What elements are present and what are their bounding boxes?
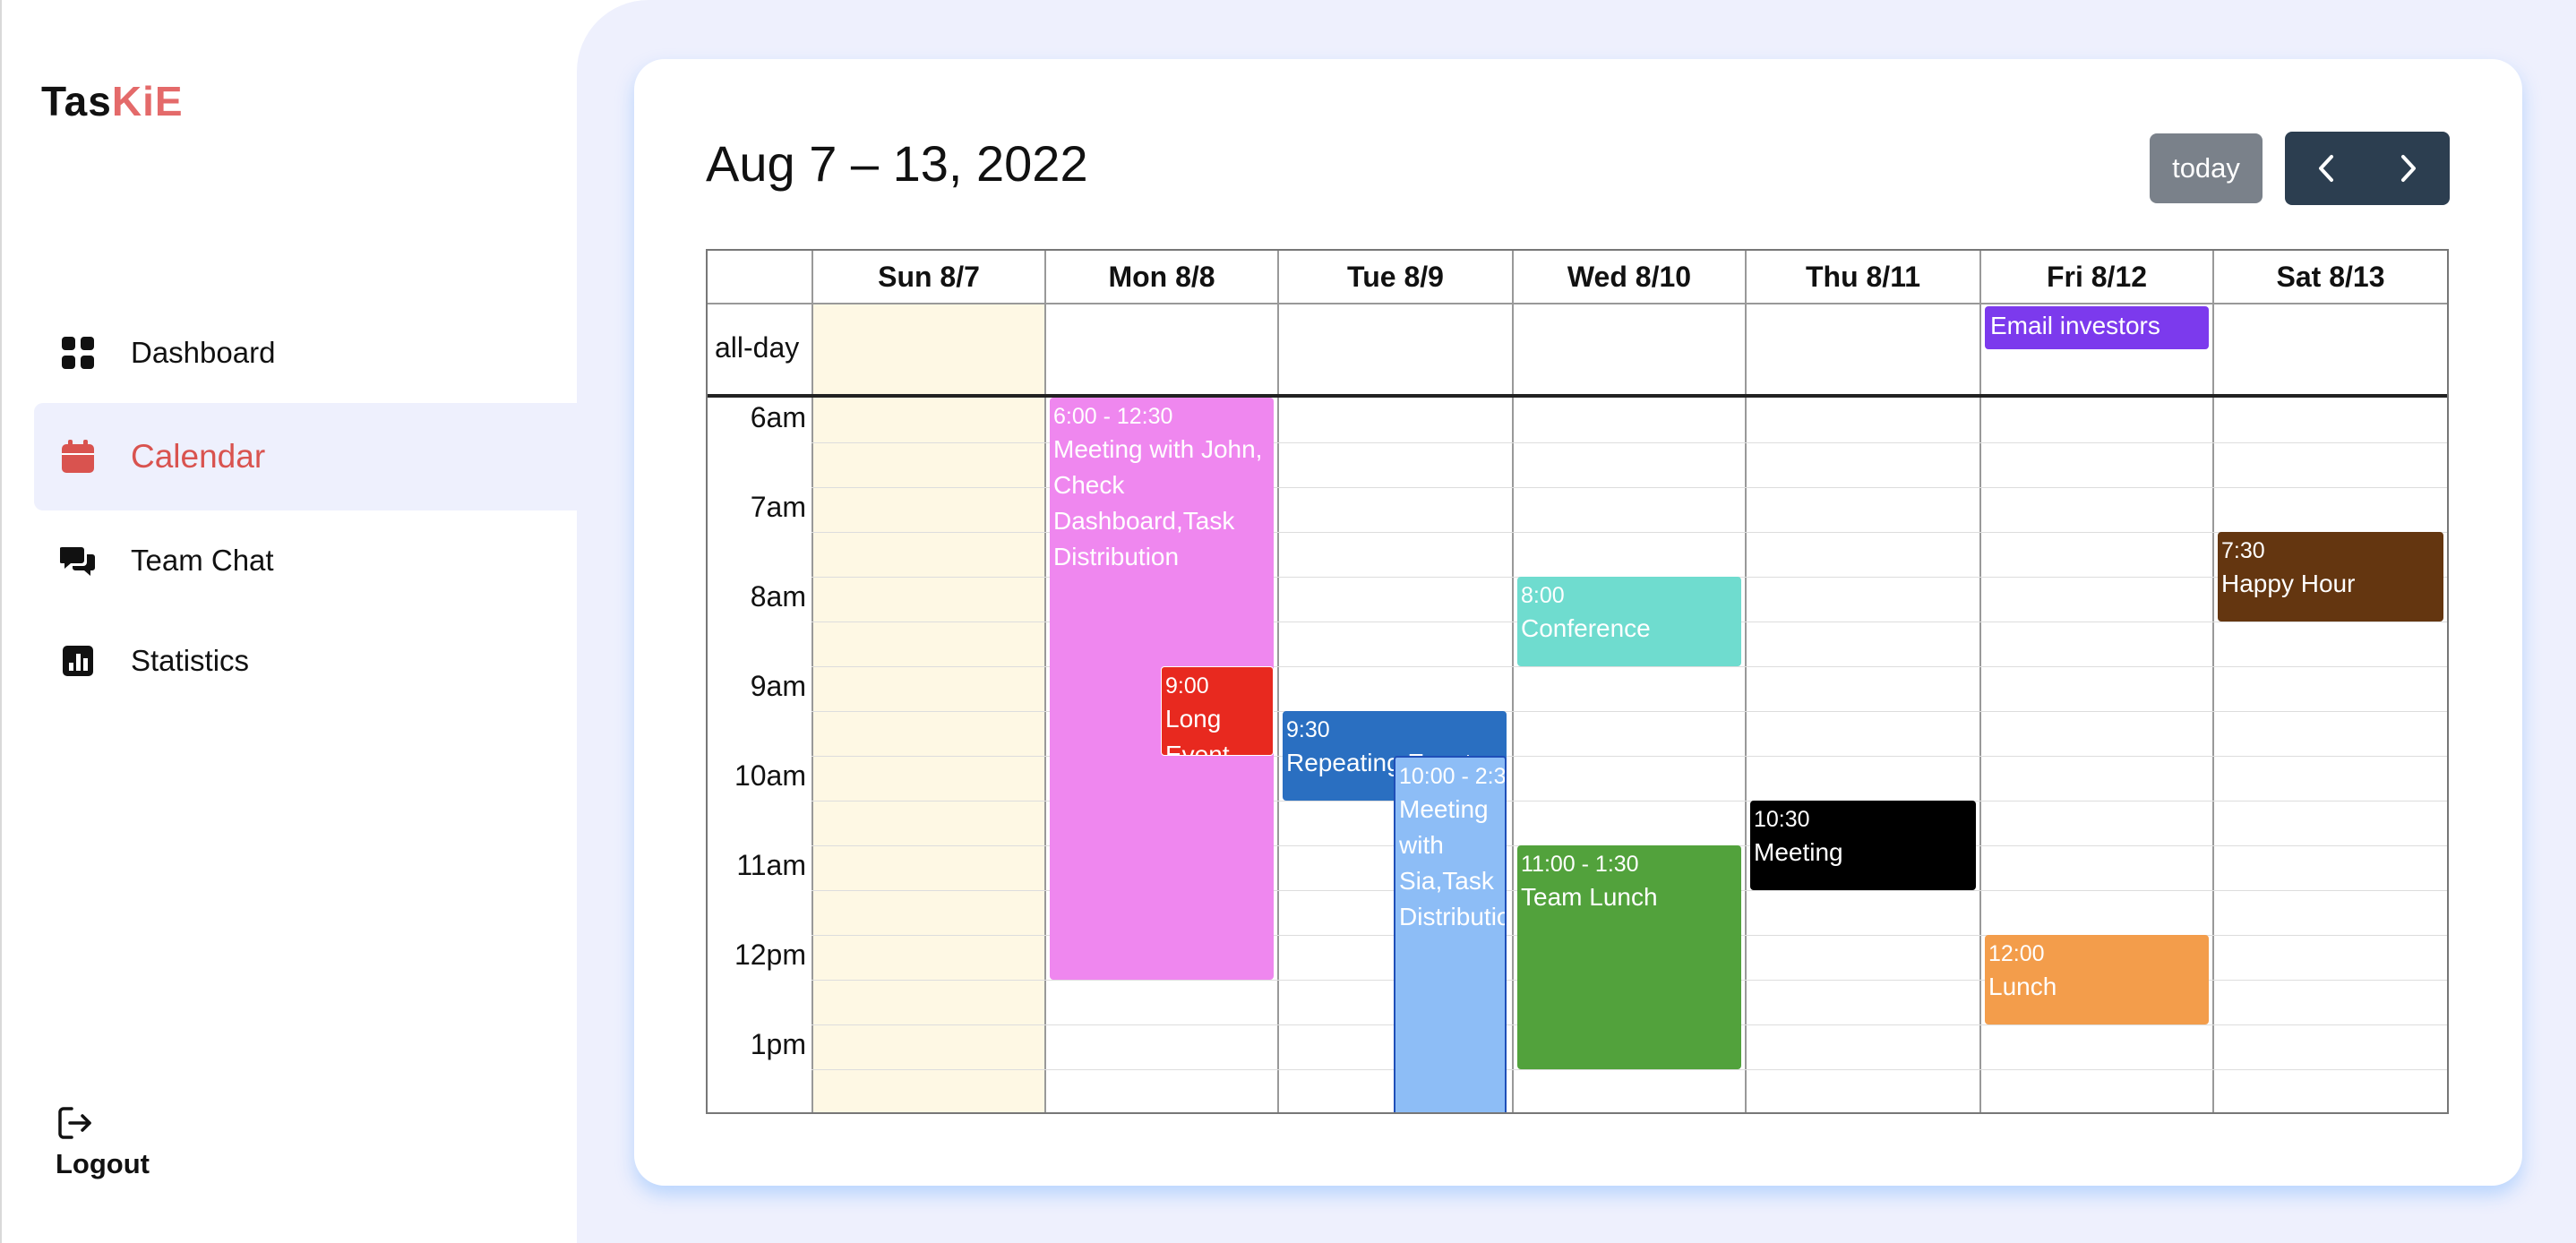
calendar-icon bbox=[59, 438, 97, 476]
time-label: 8am bbox=[750, 580, 806, 613]
day-header[interactable]: Fri 8/12 bbox=[1981, 251, 2212, 303]
event-team-lunch[interactable]: 11:00 - 1:30 Team Lunch bbox=[1517, 845, 1741, 1069]
event-time: 10:30 bbox=[1754, 807, 1810, 832]
event-happy-hour[interactable]: 7:30 Happy Hour bbox=[2218, 532, 2443, 622]
event-time: 9:00 bbox=[1165, 673, 1209, 699]
sidebar-item-label: Dashboard bbox=[131, 336, 276, 369]
event-time: 12:00 bbox=[1988, 941, 2045, 966]
grid-line bbox=[708, 303, 2447, 304]
chat-bubbles-icon bbox=[59, 542, 97, 579]
grid-line bbox=[708, 394, 2447, 398]
all-day-event[interactable]: Email investors bbox=[1985, 306, 2209, 349]
event-time: 10:00 - 2:30 bbox=[1399, 764, 1507, 789]
event-title: Long Event bbox=[1165, 705, 1230, 756]
event-title: Conference bbox=[1521, 614, 1651, 642]
chevron-left-icon bbox=[2319, 155, 2333, 182]
event-meeting[interactable]: 10:30 Meeting bbox=[1750, 801, 1976, 890]
event-time: 8:00 bbox=[1521, 583, 1565, 608]
event-meeting-sia[interactable]: 10:00 - 2:30 Meeting with Sia,Task Distr… bbox=[1394, 756, 1507, 1112]
logout-label: Logout bbox=[56, 1148, 150, 1179]
sidebar-item-dashboard[interactable]: Dashboard bbox=[34, 299, 579, 407]
time-label: 12pm bbox=[734, 939, 806, 971]
half-hour-line bbox=[811, 1069, 2447, 1071]
sidebar-item-label: Calendar bbox=[131, 438, 266, 475]
time-label: 9am bbox=[750, 670, 806, 702]
day-header[interactable]: Sat 8/13 bbox=[2214, 251, 2447, 303]
sidebar-item-statistics[interactable]: Statistics bbox=[34, 607, 579, 715]
event-title: Lunch bbox=[1988, 973, 2057, 1000]
event-long-event[interactable]: 9:00 Long Event bbox=[1161, 666, 1274, 756]
event-lunch[interactable]: 12:00 Lunch bbox=[1985, 935, 2209, 1024]
nav-button-group bbox=[2285, 132, 2450, 205]
event-title: Email investors bbox=[1990, 312, 2160, 339]
chevron-right-icon bbox=[2401, 155, 2416, 182]
event-time: 7:30 bbox=[2221, 538, 2265, 563]
grid-line bbox=[1044, 251, 1046, 1112]
sidebar-item-label: Team Chat bbox=[131, 544, 274, 577]
sidebar-item-team-chat[interactable]: Team Chat bbox=[34, 507, 579, 614]
day-header[interactable]: Sun 8/7 bbox=[813, 251, 1044, 303]
logo-part1: Tas bbox=[41, 78, 112, 124]
event-title: Meeting with John, Check Dashboard,Task … bbox=[1053, 435, 1263, 570]
day-header[interactable]: Wed 8/10 bbox=[1514, 251, 1745, 303]
logout-icon bbox=[56, 1103, 95, 1143]
grid-line bbox=[2212, 251, 2214, 1112]
logout-button[interactable]: Logout bbox=[56, 1103, 150, 1180]
day-header[interactable]: Thu 8/11 bbox=[1747, 251, 1979, 303]
sidebar-item-calendar[interactable]: Calendar bbox=[34, 403, 579, 510]
prev-button[interactable] bbox=[2285, 132, 2367, 205]
day-header[interactable]: Tue 8/9 bbox=[1279, 251, 1512, 303]
event-time: 6:00 - 12:30 bbox=[1053, 404, 1173, 429]
today-column-highlight bbox=[813, 304, 1044, 1112]
time-label: 1pm bbox=[750, 1028, 806, 1060]
week-calendar: Sun 8/7 Mon 8/8 Tue 8/9 Wed 8/10 Thu 8/1… bbox=[706, 249, 2449, 1114]
event-title: Meeting bbox=[1754, 838, 1843, 866]
time-label: 6am bbox=[750, 401, 806, 433]
time-label: 11am bbox=[736, 849, 806, 881]
dashboard-grid-icon bbox=[59, 334, 97, 372]
sidebar: TasKiE Dashboard Calendar Team Chat Stat… bbox=[0, 0, 579, 1243]
today-button[interactable]: today bbox=[2150, 133, 2263, 203]
time-label: 7am bbox=[750, 491, 806, 523]
logo-part2: KiE bbox=[111, 78, 184, 124]
day-header[interactable]: Mon 8/8 bbox=[1046, 251, 1277, 303]
event-title: Team Lunch bbox=[1521, 883, 1658, 911]
event-time: 11:00 - 1:30 bbox=[1521, 852, 1639, 877]
event-title: Meeting with Sia,Task Distribution bbox=[1399, 795, 1505, 930]
grid-line bbox=[1277, 251, 1279, 1112]
calendar-title: Aug 7 – 13, 2022 bbox=[706, 135, 1088, 192]
grid-line bbox=[1512, 251, 1514, 1112]
sidebar-item-label: Statistics bbox=[131, 644, 250, 677]
grid-line bbox=[1745, 251, 1747, 1112]
event-title: Happy Hour bbox=[2221, 570, 2356, 597]
event-conference[interactable]: 8:00 Conference bbox=[1517, 577, 1741, 666]
grid-line bbox=[1979, 251, 1981, 1112]
bar-chart-icon bbox=[59, 642, 97, 680]
next-button[interactable] bbox=[2367, 132, 2450, 205]
grid-line bbox=[811, 251, 813, 1112]
app-logo[interactable]: TasKiE bbox=[41, 77, 184, 125]
time-label: 10am bbox=[734, 759, 806, 792]
event-time: 9:30 bbox=[1286, 717, 1330, 742]
all-day-label: all-day bbox=[715, 331, 800, 364]
